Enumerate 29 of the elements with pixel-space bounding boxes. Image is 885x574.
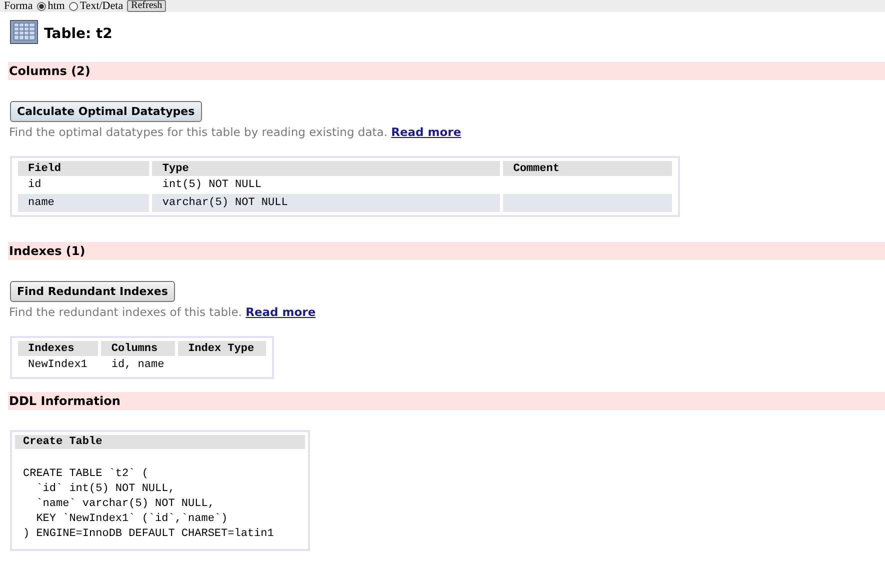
description-text: Find the optimal datatypes for this table by reading existing data. Read more <box>9 125 462 139</box>
read-more-link[interactable]: Read more <box>391 125 462 139</box>
format-radio[interactable]: Text/Deta <box>68 0 124 12</box>
read-more-link[interactable]: Read more <box>246 305 316 319</box>
description-text: Find the redundant indexes of this table. Read more <box>9 305 317 319</box>
section-title: Columns (2) <box>8 64 90 78</box>
column-header: Comment <box>503 161 672 176</box>
table-cell-text: id, name <box>110 358 166 373</box>
format-label: Forma <box>4 0 33 12</box>
column-header: Index Type <box>178 341 266 356</box>
column-header: Field <box>18 161 150 176</box>
table-cell: name <box>18 194 150 212</box>
table-cell-text: id <box>27 178 42 193</box>
refresh-button[interactable]: Refresh <box>127 0 166 12</box>
column-header: Columns <box>101 341 176 356</box>
action-button[interactable]: Find Redundant Indexes <box>10 281 175 302</box>
page-title: Table: t2 <box>44 26 112 42</box>
section-title: DDL Information <box>8 394 120 408</box>
action-button[interactable]: Calculate Optimal Datatypes <box>10 101 202 122</box>
ddl-header: Create Table <box>15 435 305 449</box>
table-cell-text: int(5) NOT NULL <box>161 178 262 193</box>
column-header: Indexes <box>18 341 98 356</box>
table-grid-icon <box>10 20 38 44</box>
format-radio[interactable]: htm <box>36 0 65 12</box>
ddl-code: CREATE TABLE `t2` ( `id` int(5) NOT NULL, `name` varchar(5) NOT NULL, KEY `NewIndex1` (`id`,`name`) ) ENGINE=InnoDB DEFAULT CHARSET=latin1 <box>23 467 275 542</box>
table-cell: varchar(5) NOT NULL <box>152 194 500 212</box>
section-title: Indexes (1) <box>8 244 86 258</box>
column-header: Type <box>152 161 500 176</box>
table-cell-text: NewIndex1 <box>27 358 88 373</box>
